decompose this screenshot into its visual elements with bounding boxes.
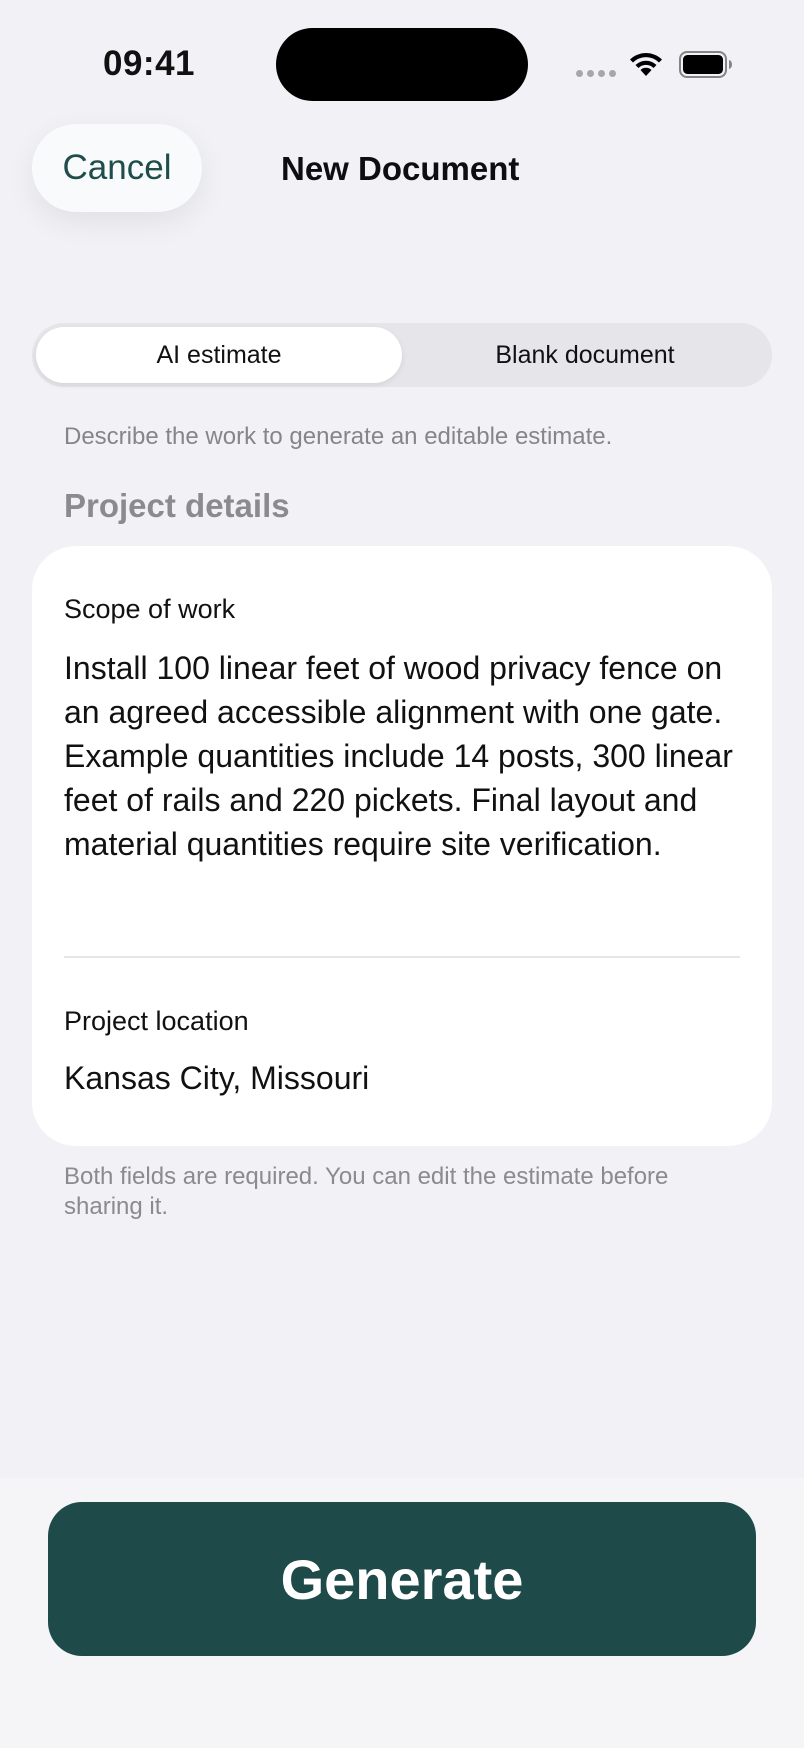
status-time: 09:41 bbox=[103, 44, 196, 83]
generate-button[interactable]: Generate bbox=[48, 1502, 756, 1656]
page-title: New Document bbox=[281, 150, 520, 187]
document-type-segmented-control: AI estimate Blank document bbox=[32, 323, 772, 387]
footnote: Both fields are required. You can edit t… bbox=[64, 1163, 669, 1220]
scope-label: Scope of work bbox=[64, 594, 236, 624]
location-input[interactable]: Kansas City, Missouri bbox=[64, 1060, 369, 1097]
cancel-button[interactable]: Cancel bbox=[32, 124, 202, 212]
segment-ai-estimate[interactable]: AI estimate bbox=[36, 327, 402, 383]
project-details-card: Scope of work Install 100 linear feet of… bbox=[32, 546, 772, 1146]
battery-icon bbox=[679, 51, 732, 78]
wifi-icon bbox=[630, 53, 662, 76]
signal-icon bbox=[576, 70, 616, 77]
bottom-action-area: Generate bbox=[0, 1478, 804, 1748]
dynamic-island bbox=[276, 28, 528, 101]
section-title: Project details bbox=[64, 487, 290, 524]
location-label: Project location bbox=[64, 1006, 249, 1036]
hint-text: Describe the work to generate an editabl… bbox=[64, 423, 613, 450]
segment-blank-document[interactable]: Blank document bbox=[402, 327, 768, 383]
divider bbox=[64, 956, 740, 958]
scope-input[interactable]: Install 100 linear feet of wood privacy … bbox=[64, 646, 754, 866]
